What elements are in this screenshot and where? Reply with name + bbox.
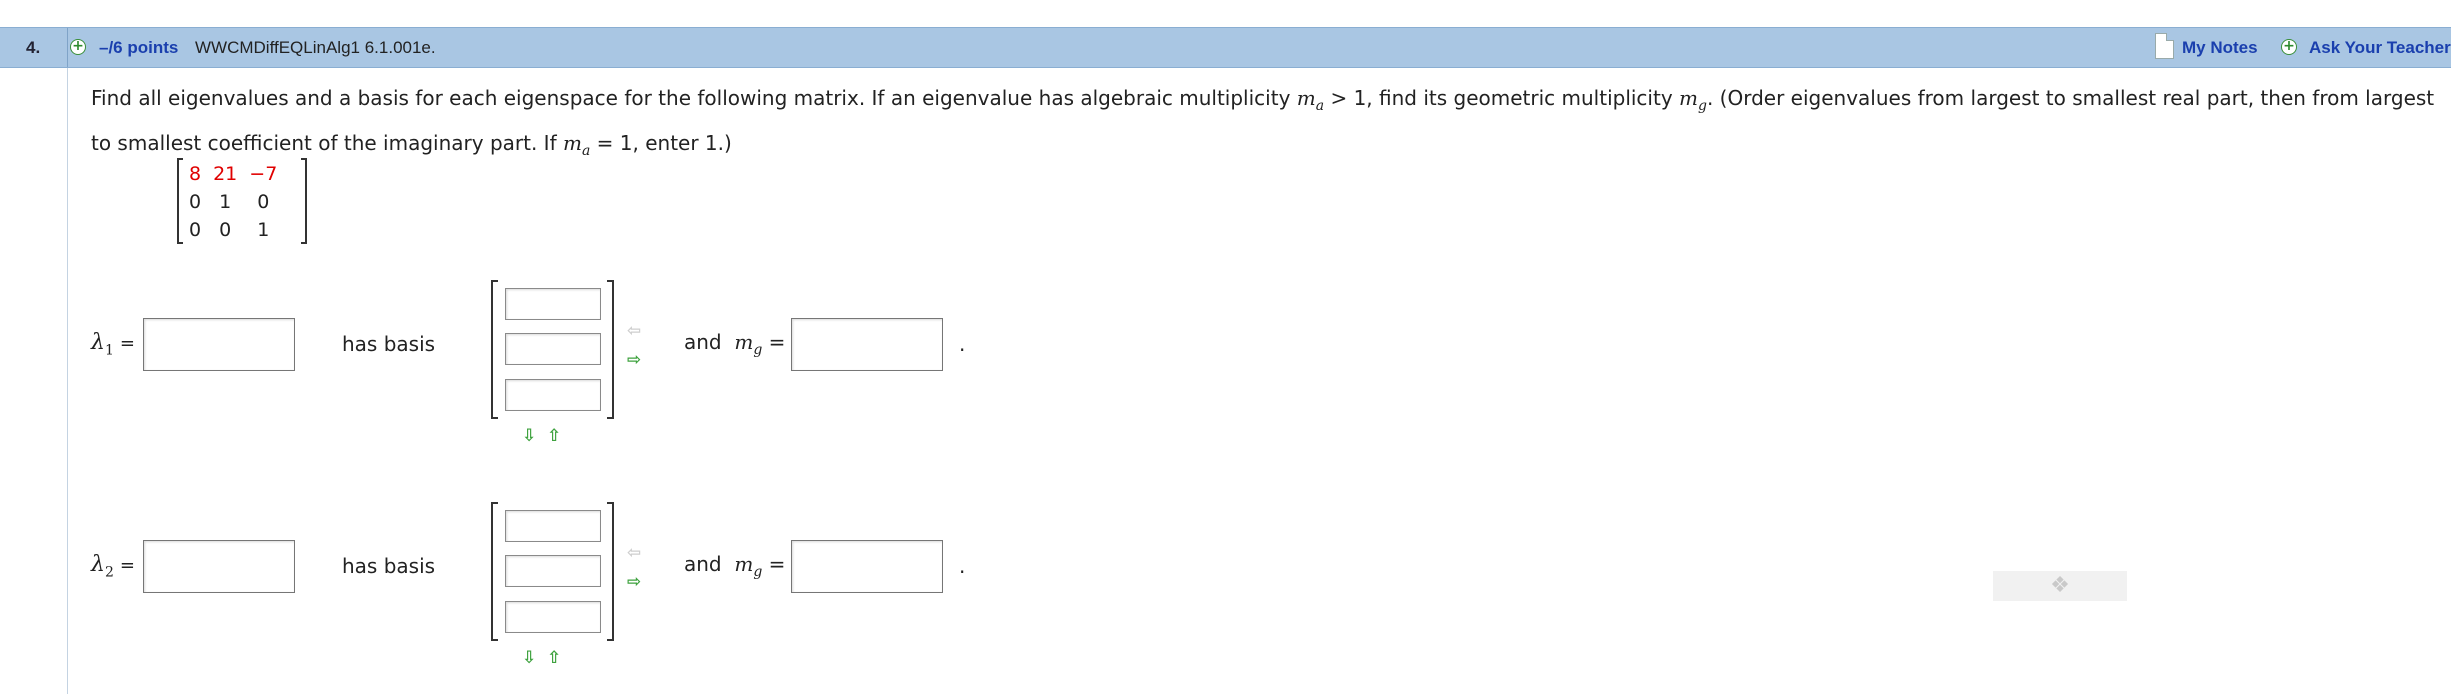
question-id: WWCMDiffEQLinAlg1 6.1.001e.	[195, 38, 436, 57]
matrix-cell: 1	[219, 191, 232, 213]
mg-symbol: mg	[1679, 86, 1707, 114]
prompt-text-1: Find all eigenvalues and a basis for eac…	[91, 86, 1297, 110]
matrix-right-bracket	[301, 158, 307, 244]
remove-column-arrow-icon[interactable]: ⇦	[627, 323, 641, 340]
has-basis-label-1: has basis	[342, 332, 436, 356]
my-notes-link[interactable]: My Notes	[2182, 28, 2258, 67]
question-number: 4.	[0, 28, 68, 67]
add-row-arrow-icon[interactable]: ⇩	[522, 650, 536, 667]
basis-1-entry-3[interactable]	[505, 379, 601, 411]
basis-2-entry-2[interactable]	[505, 555, 601, 587]
and-mg-label-1: and mg =	[684, 330, 786, 358]
basis-2-left-bracket	[491, 502, 498, 641]
prompt-text-4: = 1, enter 1.)	[590, 131, 732, 155]
add-column-arrow-icon[interactable]: ⇨	[627, 352, 641, 369]
lambda-1-label: λ1 =	[91, 330, 135, 359]
matrix-cell: 8	[189, 163, 202, 185]
basis-1-left-bracket	[491, 280, 498, 419]
ma-symbol-2: ma	[562, 131, 591, 159]
matrix-cell: 1	[257, 219, 270, 241]
expand-plus-icon[interactable]: +	[70, 39, 86, 55]
add-row-arrow-icon[interactable]: ⇩	[522, 428, 536, 445]
lambda-2-label: λ2 =	[91, 552, 135, 581]
basis-2-entry-1[interactable]	[505, 510, 601, 542]
question-header: 4. + –/6 points WWCMDiffEQLinAlg1 6.1.00…	[0, 27, 2451, 68]
has-basis-label-2: has basis	[342, 554, 436, 578]
remove-row-arrow-icon[interactable]: ⇧	[547, 428, 561, 445]
mg-1-input[interactable]	[791, 318, 943, 371]
ma-symbol: ma	[1296, 86, 1325, 114]
question-prompt: Find all eigenvalues and a basis for eac…	[91, 80, 2441, 170]
matrix-cell: 0	[189, 191, 202, 213]
plugin-puzzle-icon: ❖	[1993, 571, 2127, 601]
and-mg-label-2: and mg =	[684, 552, 786, 580]
basis-1-right-bracket	[607, 280, 614, 419]
lambda-1-input[interactable]	[143, 318, 295, 371]
points-link[interactable]: –/6 points	[99, 28, 178, 67]
matrix-table: 8 21 −7 0 1 0 0 0 1	[183, 160, 283, 244]
add-column-arrow-icon[interactable]: ⇨	[627, 574, 641, 591]
period-1: .	[959, 332, 966, 356]
lambda-2-input[interactable]	[143, 540, 295, 593]
basis-2-entry-3[interactable]	[505, 601, 601, 633]
ask-teacher-link[interactable]: Ask Your Teacher	[2309, 28, 2451, 67]
matrix: 8 21 −7 0 1 0 0 0 1	[177, 158, 307, 246]
mg-2-input[interactable]	[791, 540, 943, 593]
ask-plus-icon[interactable]: +	[2281, 39, 2297, 55]
basis-2-right-bracket	[607, 502, 614, 641]
matrix-cell: 21	[213, 163, 238, 185]
left-rule	[67, 68, 68, 694]
matrix-cell: −7	[249, 163, 278, 185]
matrix-cell: 0	[219, 219, 232, 241]
notes-page-icon[interactable]	[2155, 33, 2174, 59]
basis-1-entry-2[interactable]	[505, 333, 601, 365]
period-2: .	[959, 554, 966, 578]
remove-row-arrow-icon[interactable]: ⇧	[547, 650, 561, 667]
matrix-cell: 0	[257, 191, 270, 213]
prompt-text-2: > 1, find its geometric multiplicity	[1324, 86, 1680, 110]
matrix-cell: 0	[189, 219, 202, 241]
basis-1-entry-1[interactable]	[505, 288, 601, 320]
remove-column-arrow-icon[interactable]: ⇦	[627, 545, 641, 562]
